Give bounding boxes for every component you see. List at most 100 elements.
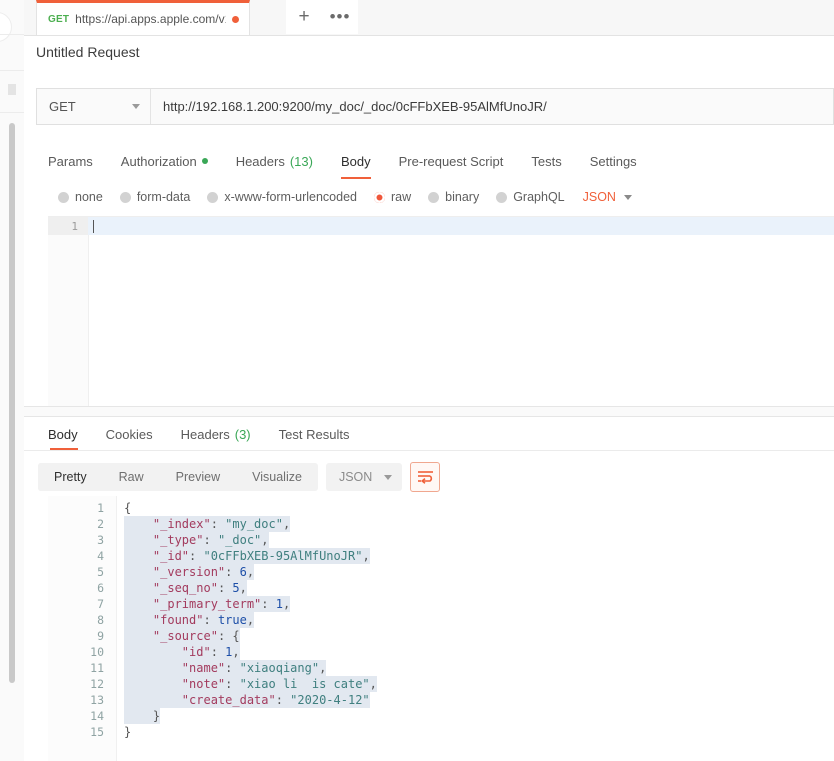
code-token: : { [217,629,240,643]
code-token: "_id" [152,549,190,563]
tab-params[interactable]: Params [36,146,107,176]
code-line-number: 14 [90,709,104,723]
code-line-text: "_seq_no": 5, [124,580,247,596]
code-line-text: "_primary_term": 1, [124,596,291,612]
method-select-value: GET [49,99,76,114]
request-tab-label: https://api.apps.apple.com/v1/c… [75,12,226,26]
tab-count: (3) [234,426,251,442]
chevron-down-icon [132,104,140,109]
body-type-binary[interactable]: binary [428,190,479,204]
response-view-pretty[interactable]: Pretty [38,463,103,491]
body-type-label: x-www-form-urlencoded [224,190,357,204]
tab-options-button[interactable]: ••• [322,0,358,34]
code-token: { [124,501,132,515]
tab-label: Pre-request Script [398,153,504,169]
tab-strip: GET https://api.apps.apple.com/v1/c… + •… [24,0,834,36]
url-bar: GET http://192.168.1.200:9200/my_doc/_do… [36,88,834,125]
code-line-text: "_index": "my_doc", [124,516,291,532]
code-token: : [261,597,276,611]
code-token: , [282,517,291,531]
radio-icon [496,191,508,203]
response-view-visualize[interactable]: Visualize [236,463,318,491]
response-separator[interactable] [24,406,834,417]
code-line: 14 } [48,708,834,724]
tab-settings[interactable]: Settings [576,146,651,176]
body-type-form-data[interactable]: form-data [119,190,191,204]
sidebar-divider [0,70,24,71]
method-select[interactable]: GET [37,89,151,124]
tab-label: Headers [235,153,285,169]
code-token: } [152,709,161,723]
code-line-text: "_version": 6, [124,564,255,580]
code-line: 7 "_primary_term": 1, [48,596,834,612]
new-tab-button[interactable]: + [286,0,323,34]
code-line: 4 "_id": "0cFFbXEB-95AlMfUnoJR", [48,548,834,564]
code-token: , [232,645,240,659]
code-line-number: 13 [90,693,104,707]
code-token: "_seq_no" [152,581,218,595]
code-line: 5 "_version": 6, [48,564,834,580]
code-line: 1{ [48,500,834,516]
code-line: 10 "id": 1, [48,644,834,660]
code-token: : [225,677,240,691]
unsaved-dot-icon [232,15,239,23]
url-input[interactable]: http://192.168.1.200:9200/my_doc/_doc/0c… [151,89,833,124]
tab-pre-request-script[interactable]: Pre-request Script [385,146,518,176]
response-tab-body[interactable]: Body [36,420,92,450]
body-type-urlencoded[interactable]: x-www-form-urlencoded [207,190,357,204]
tab-label: Authorization [120,153,197,169]
tab-tests[interactable]: Tests [517,146,575,176]
response-view-raw[interactable]: Raw [103,463,160,491]
sidebar-scrollbar[interactable] [9,123,15,683]
code-line-number: 5 [97,565,104,579]
sidebar-rail [0,0,25,761]
response-tab-cookies[interactable]: Cookies [92,420,167,448]
code-line: 2 "_index": "my_doc", [48,516,834,532]
sidebar-item-icon[interactable] [8,84,16,95]
wrap-lines-button[interactable] [410,462,441,492]
code-token: "_primary_term" [152,597,262,611]
tab-headers[interactable]: Headers (13) [222,146,327,176]
tab-label: Params [48,153,93,169]
code-token: , [369,677,377,691]
request-editor-active-line [88,217,834,235]
code-token: : [225,565,240,579]
tab-body[interactable]: Body [327,146,385,179]
request-tab[interactable]: GET https://api.apps.apple.com/v1/c… [36,0,250,35]
code-line-text: } [124,708,161,724]
code-token: "note" [181,677,226,691]
response-format-select[interactable]: JSON [325,463,403,491]
code-token: : [203,613,218,627]
response-body-viewer[interactable]: 1{2 "_index": "my_doc", 3 "_type": "_doc"… [48,496,834,761]
tab-count: (13) [289,153,313,169]
response-tab-test-results[interactable]: Test Results [265,420,364,448]
code-token: : [189,549,204,563]
response-tab-headers[interactable]: Headers (3) [167,420,265,448]
code-line: 12 "note": "xiao li is cate", [48,676,834,692]
response-view-preview[interactable]: Preview [160,463,236,491]
body-type-none[interactable]: none [58,190,103,204]
plus-icon: + [298,6,310,27]
tab-authorization[interactable]: Authorization [107,146,222,176]
tab-label: Cookies [105,426,153,442]
request-tabs: Params Authorization Headers (13) Body P… [36,146,834,179]
view-label: Visualize [252,470,302,484]
code-line-text: "found": true, [124,612,255,628]
body-type-graphql[interactable]: GraphQL [496,190,565,204]
sidebar-divider [0,112,24,113]
code-line-text: "_id": "0cFFbXEB-95AlMfUnoJR", [124,548,370,564]
code-line: 8 "found": true, [48,612,834,628]
code-token: "0cFFbXEB-95AlMfUnoJR" [203,549,363,563]
code-line-text: } [124,724,131,740]
code-token: "_source" [152,629,218,643]
body-type-label: form-data [136,190,191,204]
radio-icon [58,191,69,203]
body-type-raw[interactable]: raw [374,190,411,204]
code-line-number: 11 [90,661,104,675]
url-input-value: http://192.168.1.200:9200/my_doc/_doc/0c… [163,99,547,114]
view-label: Raw [118,470,144,484]
body-format-select[interactable]: JSON [583,190,632,204]
sidebar-divider [0,34,24,35]
code-line: 15} [48,724,834,740]
request-body-editor[interactable]: 1 [48,216,834,407]
